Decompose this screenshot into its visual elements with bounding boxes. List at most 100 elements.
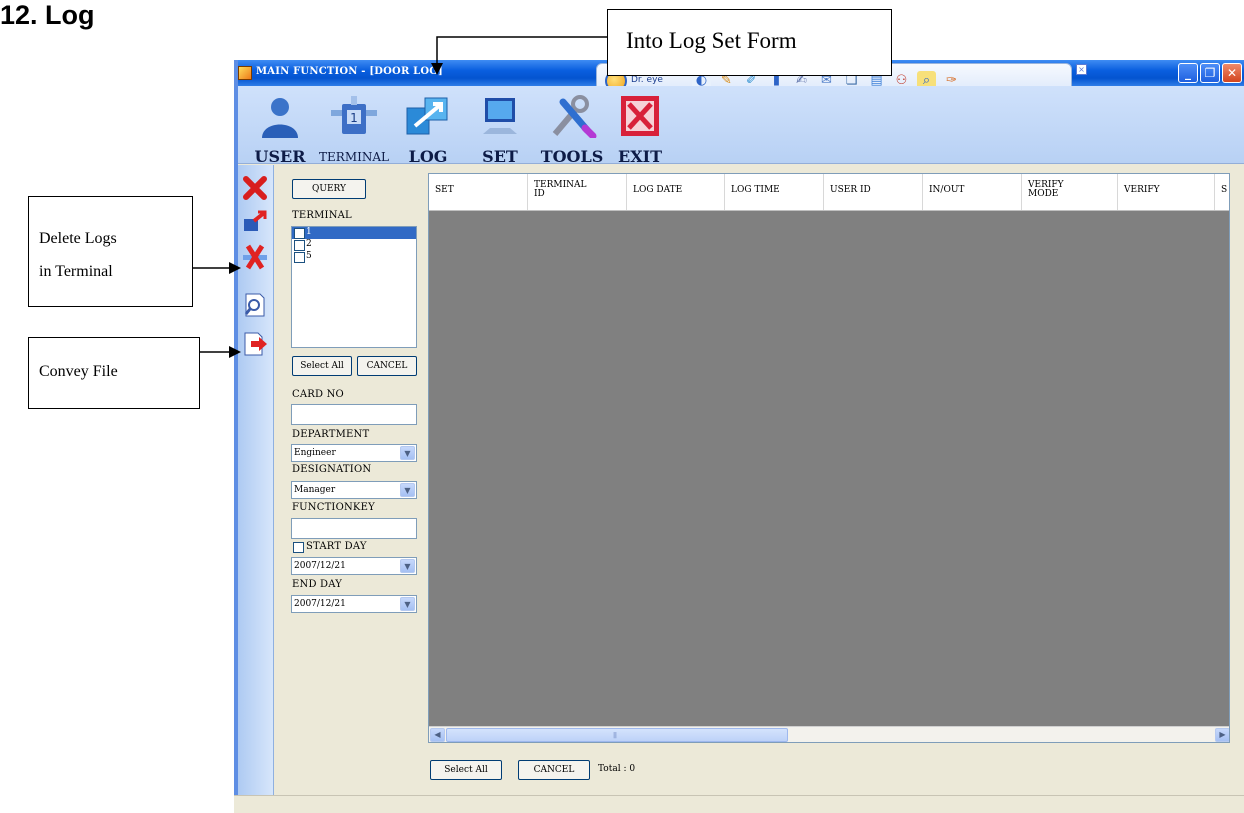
column-terminal-id[interactable]: TERMINAL ID bbox=[528, 174, 627, 210]
user-icon bbox=[262, 98, 298, 138]
department-label: DEPARTMENT bbox=[292, 429, 370, 440]
chevron-down-icon[interactable]: ▼ bbox=[400, 446, 415, 460]
column-label: IN/OUT bbox=[929, 185, 965, 195]
start-day-picker[interactable]: 2007/12/21 ▼ bbox=[291, 557, 417, 575]
terminal-list-item[interactable]: 2 bbox=[292, 239, 416, 251]
toolbar-log-label: LOG bbox=[408, 147, 448, 166]
side-action-strip bbox=[234, 165, 274, 795]
terminal-label: TERMINAL bbox=[292, 210, 352, 221]
column-log-time[interactable]: LOG TIME bbox=[725, 174, 824, 210]
column-label: LOG TIME bbox=[731, 185, 780, 195]
designation-select[interactable]: Manager ▼ bbox=[291, 481, 417, 499]
scroll-left-icon[interactable]: ◀ bbox=[430, 728, 445, 742]
terminal-checkbox[interactable] bbox=[294, 252, 305, 263]
dr-eye-label: Dr. eye bbox=[631, 75, 663, 85]
main-toolbar: USER 1 TERMINAL LOG SET TOOLS EXIT bbox=[234, 86, 1244, 166]
grid-header: SET TERMINAL ID LOG DATE LOG TIME USER ID… bbox=[429, 174, 1229, 211]
toolbar-exit[interactable]: EXIT bbox=[610, 94, 670, 166]
functionkey-input[interactable] bbox=[291, 518, 417, 539]
total-count: Total : 0 bbox=[598, 764, 636, 774]
column-log-date[interactable]: LOG DATE bbox=[627, 174, 725, 210]
column-label: USER ID bbox=[830, 185, 871, 195]
terminal-checkbox[interactable] bbox=[294, 228, 305, 239]
department-select[interactable]: Engineer ▼ bbox=[291, 444, 417, 462]
minimize-button[interactable]: _ bbox=[1178, 63, 1198, 83]
start-day-checkbox[interactable] bbox=[293, 542, 304, 553]
svg-text:1: 1 bbox=[350, 111, 358, 125]
toolbar-user-label: USER bbox=[254, 147, 306, 166]
chevron-down-icon[interactable]: ▼ bbox=[400, 597, 415, 611]
column-label: SET bbox=[435, 185, 454, 195]
column-verify[interactable]: VERIFY bbox=[1118, 174, 1215, 210]
set-icon bbox=[483, 98, 517, 134]
grip-icon: ||| bbox=[613, 732, 617, 739]
callout-delete-line2: in Terminal bbox=[39, 263, 113, 280]
functionkey-label: FUNCTIONKEY bbox=[292, 502, 375, 513]
terminal-list-item[interactable]: 1 bbox=[292, 227, 416, 239]
horizontal-scrollbar[interactable]: ◀ ||| ▶ bbox=[429, 726, 1229, 742]
cancel-logs-button[interactable]: CANCEL bbox=[518, 760, 590, 780]
card-no-label: CARD NO bbox=[292, 389, 344, 400]
download-icon[interactable] bbox=[242, 209, 268, 235]
callout-delete-line1: Delete Logs bbox=[39, 230, 117, 247]
terminal-item-label: 5 bbox=[306, 251, 312, 261]
column-label: LOG DATE bbox=[633, 185, 683, 195]
select-all-logs-button[interactable]: Select All bbox=[430, 760, 502, 780]
terminal-checkbox[interactable] bbox=[294, 240, 305, 251]
column-label: VERIFY bbox=[1124, 185, 1160, 195]
terminal-icon: 1 bbox=[331, 96, 377, 134]
toolbar-log[interactable]: LOG bbox=[398, 94, 458, 166]
column-user-id[interactable]: USER ID bbox=[824, 174, 923, 210]
column-verify-mode[interactable]: VERIFY MODE bbox=[1022, 174, 1118, 210]
window-left-border bbox=[234, 60, 238, 795]
end-day-picker[interactable]: 2007/12/21 ▼ bbox=[291, 595, 417, 613]
convey-file-icon[interactable] bbox=[242, 331, 268, 357]
chevron-down-icon[interactable]: ▼ bbox=[400, 559, 415, 573]
terminal-list[interactable]: 1 2 5 bbox=[291, 226, 417, 348]
delete-logs-in-terminal-icon[interactable] bbox=[242, 244, 268, 270]
dr-eye-close-icon[interactable]: × bbox=[1076, 64, 1087, 75]
close-button[interactable]: ✕ bbox=[1222, 63, 1242, 83]
column-label: ID bbox=[534, 189, 545, 199]
callout-delete-logs: Delete Logs in Terminal bbox=[28, 196, 193, 307]
toolbar-terminal[interactable]: 1 TERMINAL bbox=[318, 94, 390, 164]
section-heading: 12. Log bbox=[0, 0, 95, 30]
scroll-thumb[interactable]: ||| bbox=[446, 728, 788, 742]
department-value: Engineer bbox=[294, 448, 336, 458]
column-in-out[interactable]: IN/OUT bbox=[923, 174, 1022, 210]
end-day-label: END DAY bbox=[292, 579, 343, 590]
callout-into-log-set-form: Into Log Set Form bbox=[607, 9, 892, 76]
terminal-list-item[interactable]: 5 bbox=[292, 251, 416, 263]
toolbar-tools[interactable]: TOOLS bbox=[540, 94, 604, 166]
tools-icon bbox=[552, 95, 597, 140]
scroll-right-icon[interactable]: ▶ bbox=[1215, 728, 1229, 742]
start-day-label: START DAY bbox=[306, 541, 367, 552]
terminal-item-label: 2 bbox=[306, 239, 312, 249]
column-s[interactable]: S bbox=[1215, 174, 1229, 210]
card-no-input[interactable] bbox=[291, 404, 417, 425]
end-day-value: 2007/12/21 bbox=[294, 599, 346, 609]
column-label: MODE bbox=[1028, 189, 1059, 199]
log-icon bbox=[406, 97, 448, 135]
column-set[interactable]: SET bbox=[429, 174, 528, 210]
column-label: S bbox=[1221, 185, 1228, 195]
search-document-icon[interactable] bbox=[242, 292, 268, 318]
select-all-terminals-button[interactable]: Select All bbox=[292, 356, 352, 376]
app-icon bbox=[238, 66, 252, 80]
designation-label: DESIGNATION bbox=[292, 464, 372, 475]
delete-icon[interactable] bbox=[242, 175, 268, 201]
toolbar-set[interactable]: SET bbox=[470, 94, 530, 166]
status-bar bbox=[234, 795, 1244, 813]
cancel-terminals-button[interactable]: CANCEL bbox=[357, 356, 417, 376]
terminal-item-label: 1 bbox=[306, 227, 312, 237]
toolbar-user[interactable]: USER bbox=[250, 94, 310, 166]
query-button[interactable]: QUERY bbox=[292, 179, 366, 199]
column-label: TERMINAL bbox=[534, 180, 587, 190]
toolbar-set-label: SET bbox=[482, 147, 518, 166]
designation-value: Manager bbox=[294, 485, 336, 495]
toolbar-exit-label: EXIT bbox=[618, 147, 662, 166]
log-grid[interactable]: SET TERMINAL ID LOG DATE LOG TIME USER ID… bbox=[428, 173, 1230, 743]
window-title: MAIN FUNCTION - [DOOR LOG] bbox=[256, 66, 443, 77]
chevron-down-icon[interactable]: ▼ bbox=[400, 483, 415, 497]
restore-button[interactable]: ❐ bbox=[1200, 63, 1220, 83]
